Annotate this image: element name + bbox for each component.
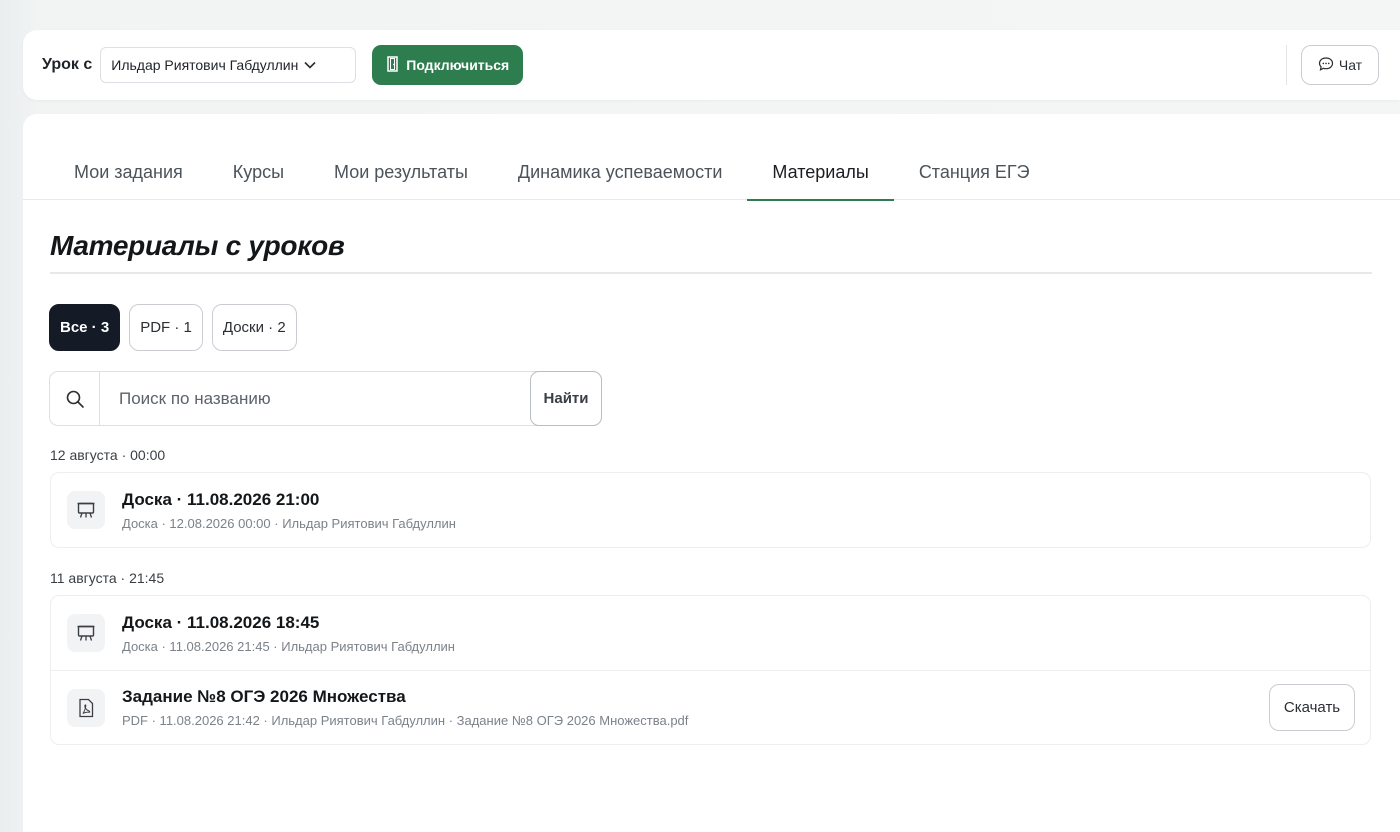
search-input[interactable] [100, 372, 530, 425]
search-icon [50, 372, 100, 425]
chevron-down-icon [304, 61, 316, 69]
tab-ege-station[interactable]: Станция ЕГЭ [894, 144, 1055, 200]
connect-button-label: Подключиться [406, 57, 510, 73]
chat-button-label: Чат [1338, 57, 1363, 73]
list-item[interactable]: Доска · 11.08.2026 21:00 Доска · 12.08.2… [51, 473, 1370, 547]
materials-group-card: Доска · 11.08.2026 18:45 Доска · 11.08.2… [50, 595, 1371, 745]
filter-boards[interactable]: Доски · 2 [211, 304, 297, 351]
page-title: Материалы с уроков [50, 230, 345, 261]
pdf-file-icon [67, 688, 105, 727]
title-divider [50, 272, 1372, 274]
item-title: Задание №8 ОГЭ 2026 Множества [122, 687, 406, 706]
chat-button[interactable]: Чат [1301, 45, 1379, 85]
date-group-label: 11 августа · 21:45 [50, 570, 165, 586]
list-item[interactable]: Задание №8 ОГЭ 2026 Множества PDF · 11.0… [51, 670, 1370, 744]
tab-my-results[interactable]: Мои результаты [309, 144, 493, 200]
whiteboard-icon [67, 614, 105, 652]
tab-courses[interactable]: Курсы [208, 144, 309, 200]
chat-bubble-icon [1318, 56, 1334, 75]
materials-group-card: Доска · 11.08.2026 21:00 Доска · 12.08.2… [50, 472, 1371, 548]
filter-pdf[interactable]: PDF · 1 [129, 304, 203, 351]
tab-my-tasks[interactable]: Мои задания [49, 144, 208, 200]
filter-chips: Все · 3 PDF · 1 Доски · 2 [49, 304, 297, 351]
search-bar: Найти [49, 371, 602, 426]
tab-bar: Мои задания Курсы Мои результаты Динамик… [23, 144, 1400, 201]
topbar-divider [1286, 45, 1287, 85]
door-icon [386, 55, 399, 75]
whiteboard-icon [67, 491, 105, 529]
tab-materials[interactable]: Материалы [747, 144, 895, 201]
lesson-label: Урок с [42, 56, 93, 73]
download-button[interactable]: Скачать [1269, 684, 1355, 731]
item-meta: Доска · 11.08.2026 21:45 · Ильдар Риятов… [122, 638, 455, 654]
item-title: Доска · 11.08.2026 18:45 [122, 612, 320, 632]
item-title: Доска · 11.08.2026 21:00 [122, 489, 320, 509]
filter-all[interactable]: Все · 3 [49, 304, 121, 351]
tab-progress-dynamics[interactable]: Динамика успеваемости [493, 144, 748, 200]
find-button[interactable]: Найти [530, 371, 602, 426]
item-meta: PDF · 11.08.2026 21:42 · Ильдар Риятович… [122, 713, 689, 728]
teacher-select[interactable]: Ильдар Риятович Габдуллин [100, 47, 357, 83]
date-group-label: 12 августа · 00:00 [50, 447, 166, 463]
list-item[interactable]: Доска · 11.08.2026 18:45 Доска · 11.08.2… [51, 596, 1370, 670]
main-panel: Мои задания Курсы Мои результаты Динамик… [23, 114, 1400, 832]
connect-button[interactable]: Подключиться [372, 45, 524, 85]
item-meta: Доска · 12.08.2026 00:00 · Ильдар Риятов… [122, 515, 456, 531]
teacher-select-value: Ильдар Риятович Габдуллин [111, 57, 299, 73]
lesson-topbar: Урок с Ильдар Риятович Габдуллин Подключ… [23, 30, 1400, 100]
